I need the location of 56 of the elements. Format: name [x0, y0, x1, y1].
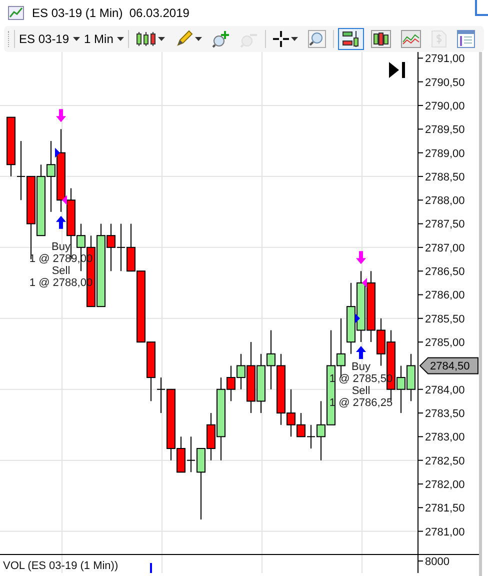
price-axis-label: 2790,00	[425, 100, 465, 112]
chart-app-icon	[8, 6, 24, 20]
candlestick-icon	[136, 31, 156, 47]
document-icon	[431, 30, 448, 48]
search-icon	[308, 30, 326, 48]
skip-to-end-icon[interactable]	[389, 62, 405, 78]
sell-arrow-icon	[356, 251, 366, 264]
price-axis-label: 2788,00	[425, 195, 465, 208]
price-axis-label: 2785,00	[425, 337, 465, 350]
pencil-icon	[175, 30, 194, 48]
bar-chart-icon	[371, 30, 392, 48]
instrument-dropdown[interactable]: ES 03-19	[19, 30, 80, 48]
price-axis-label: 2788,50	[425, 171, 465, 184]
price-axis-label: 2782,00	[425, 478, 465, 491]
trade-label: Buy	[352, 361, 370, 374]
window-button[interactable]	[475, 0, 488, 16]
trade-label: Sell	[352, 385, 370, 398]
line-chart-icon	[401, 30, 422, 48]
price-axis-label: 2786,00	[425, 290, 465, 302]
caret-icon	[158, 37, 166, 41]
buy-arrow-icon	[356, 346, 366, 360]
properties-icon	[457, 30, 476, 48]
price-axis-label: 2781,50	[425, 502, 465, 515]
last-price-label: 2784,50	[430, 360, 470, 373]
price-axis-label: 2783,00	[425, 432, 465, 444]
caret-icon	[195, 37, 202, 41]
exit-marker-icon	[62, 195, 67, 206]
volume-axis-label: 8000	[425, 556, 450, 568]
price-axis-label: 2789,00	[425, 148, 465, 160]
volume-panel-title: VOL (ES 03-19 (1 Min))	[3, 560, 118, 572]
entry-marker-icon	[55, 148, 60, 158]
price-axis-label: 2785,50	[425, 313, 465, 326]
trades-icon	[341, 30, 362, 48]
trade-label: Buy	[52, 240, 70, 253]
price-axis-label: 2783,50	[425, 408, 465, 420]
price-axis-label: 2781,00	[425, 526, 465, 538]
caret-icon	[73, 37, 80, 41]
crosshair-icon	[273, 31, 290, 47]
toolbar-button[interactable]	[338, 28, 364, 50]
window-title: ES 03-19 (1 Min) 06.03.2019	[32, 5, 190, 22]
zoom-in-icon	[212, 30, 230, 48]
caret-icon	[117, 37, 124, 41]
price-axis-label: 2787,00	[425, 242, 465, 254]
price-axis-label: 2786,50	[425, 266, 465, 278]
sell-arrow-icon	[56, 109, 66, 122]
caret-icon	[291, 37, 298, 41]
price-axis-label: 2791,00	[425, 53, 465, 66]
price-axis-label: 2782,50	[425, 455, 465, 468]
buy-arrow-icon	[56, 216, 66, 229]
price-axis-label: 2790,50	[425, 76, 465, 89]
price-axis-label: 2784,00	[425, 384, 465, 396]
price-axis-label: 2789,50	[425, 124, 465, 136]
trade-label: Sell	[52, 264, 70, 277]
exit-marker-icon	[362, 278, 367, 288]
interval-dropdown[interactable]: 1 Min	[84, 30, 124, 48]
price-axis-label: 2787,50	[425, 218, 465, 231]
